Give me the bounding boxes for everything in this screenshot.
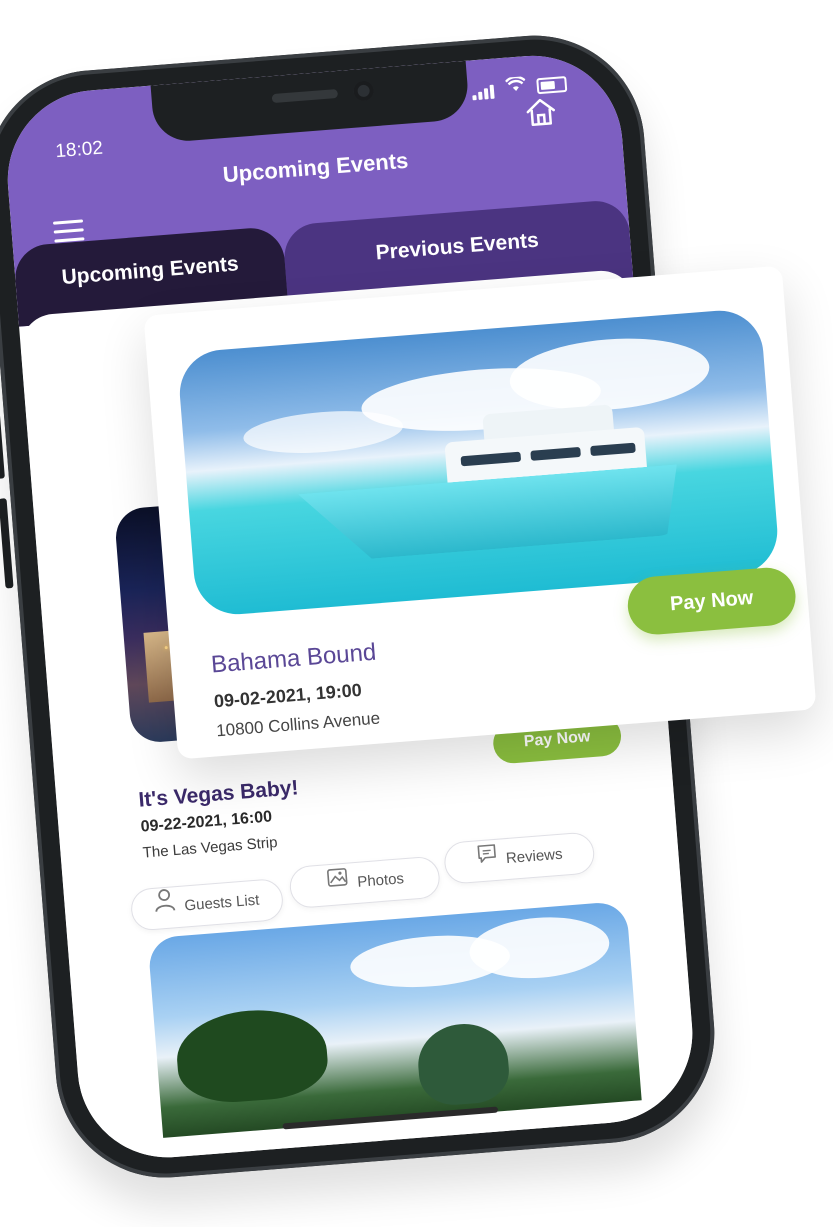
speaker-grille: [271, 88, 339, 104]
user-icon: [153, 887, 178, 929]
status-time: 18:02: [54, 137, 104, 163]
reviews-label: Reviews: [505, 845, 564, 868]
signal-icon: [471, 81, 496, 101]
photos-label: Photos: [356, 870, 405, 891]
featured-event-location: 10800 Collins Avenue: [215, 708, 381, 741]
reviews-icon: [475, 840, 500, 882]
featured-event-datetime: 09-02-2021, 19:00: [213, 679, 363, 712]
home-icon[interactable]: [523, 94, 560, 131]
guests-list-label: Guests List: [183, 891, 260, 915]
featured-event-card[interactable]: Pay Now Bahama Bound 09-02-2021, 19:00 1…: [143, 265, 817, 760]
battery-icon: [536, 75, 568, 95]
event-image-tropical[interactable]: [147, 900, 642, 1138]
featured-event-title[interactable]: Bahama Bound: [210, 639, 377, 680]
featured-event-card-wrapper: Pay Now Bahama Bound 09-02-2021, 19:00 1…: [143, 265, 817, 760]
wifi-icon: [505, 75, 528, 98]
front-camera-icon: [352, 80, 375, 102]
photos-icon: [324, 864, 351, 906]
pay-now-button-featured[interactable]: Pay Now: [625, 565, 798, 637]
event-image-yacht[interactable]: [176, 307, 781, 618]
